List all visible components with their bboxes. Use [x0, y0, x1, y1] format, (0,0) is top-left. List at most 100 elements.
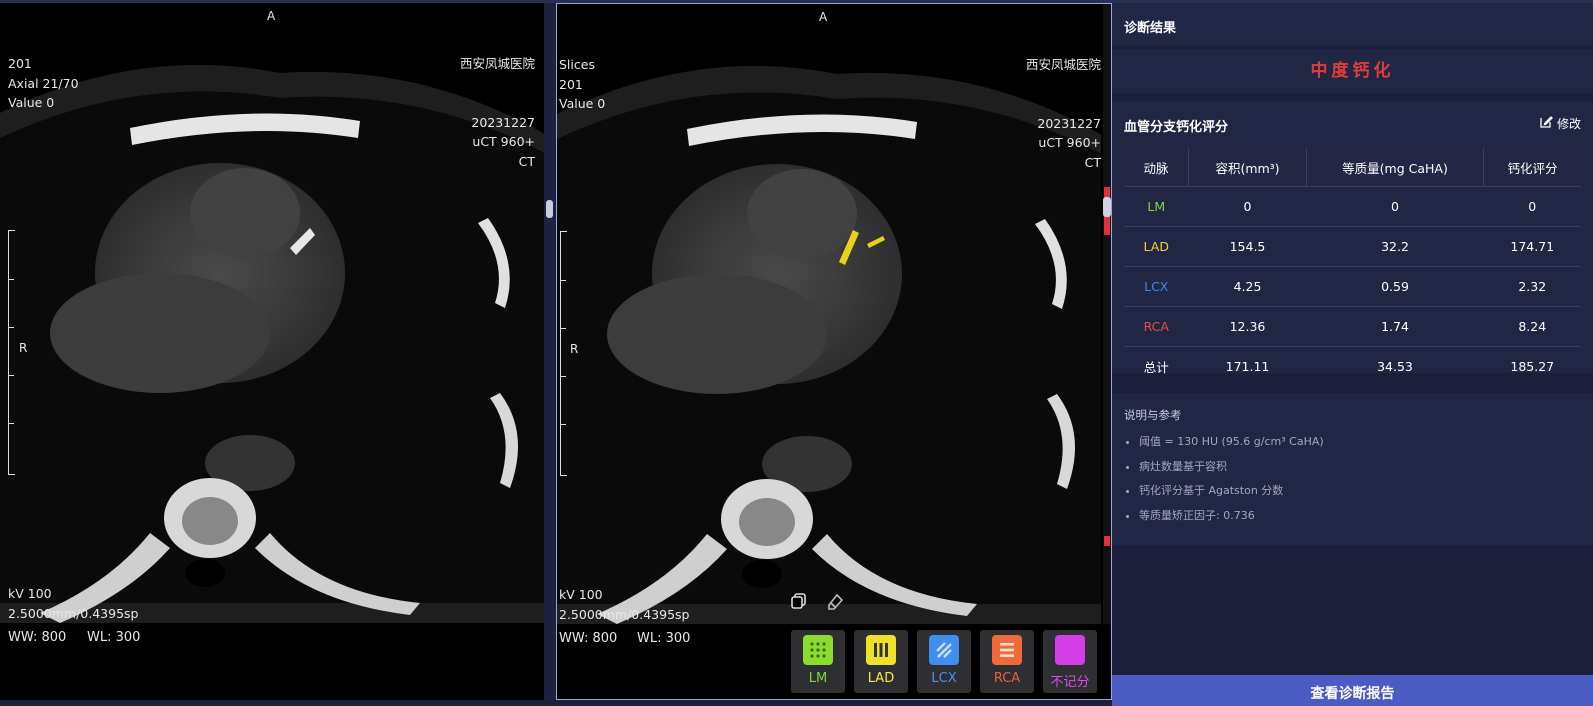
score-title: 血管分支钙化评分 [1124, 120, 1229, 135]
mass-cell: 0 [1306, 186, 1484, 227]
mass-cell: 1.74 [1306, 306, 1484, 347]
artery-cell: LCX [1124, 266, 1189, 307]
window-level: WL: 300 [637, 631, 691, 646]
note-item: 病灶数量基于容积 [1139, 455, 1324, 480]
label-text: LAD [867, 671, 895, 686]
note-item: 钙化评分基于 Agatston 分数 [1139, 479, 1324, 504]
ct-viewer-left[interactable]: A R 201 Axial 21/70 Value 0 西安凤城医院 20231… [0, 3, 544, 700]
diagnosis-title: 诊断结果 [1124, 21, 1177, 36]
volume-cell: 4.25 [1188, 266, 1307, 307]
label-button-lm[interactable]: LM [791, 630, 845, 693]
vertical-bars-icon [866, 635, 896, 665]
window-width: WW: 800 [8, 630, 67, 645]
table-row: LCX 4.25 0.59 2.32 [1124, 266, 1581, 307]
results-panel: 诊断结果 中度钙化 血管分支钙化评分 修改 动脉 容积(mm³) 等质量(mg … [1112, 3, 1593, 706]
pixel-value: Value 0 [8, 95, 55, 111]
modality: CT [1084, 154, 1101, 170]
ruler-scale [8, 230, 15, 475]
kv-value: kV 100 [559, 587, 603, 602]
slice-thickness: 2.5000mm/0.4395sp [559, 606, 690, 622]
horizontal-bars-icon [992, 635, 1022, 665]
window-width: WW: 800 [559, 631, 618, 646]
notes-list: 阈值 = 130 HU (95.6 g/cm³ CaHA) 病灶数量基于容积 钙… [1112, 430, 1324, 529]
score-cell: 174.71 [1483, 226, 1581, 267]
score-cell: 0 [1483, 186, 1581, 227]
scroll-thumb-left[interactable] [546, 200, 553, 218]
label-button-no-score[interactable]: 不记分 [1043, 630, 1097, 693]
ct-image-right [557, 4, 1101, 624]
scroll-marker [1104, 536, 1110, 546]
ct-viewer-right[interactable]: A R Slices 201 Value 0 西安凤城医院 20231227 u… [556, 3, 1112, 700]
label-text: RCA [993, 671, 1021, 686]
window-level: WL: 300 [87, 630, 141, 645]
dots-grid-icon [803, 635, 833, 665]
scanner-model: uCT 960+ [1038, 135, 1101, 151]
edit-button[interactable]: 修改 [1539, 115, 1581, 132]
pixel-value: Value 0 [559, 96, 606, 112]
solid-square-icon [1055, 635, 1085, 665]
overlay-bottom-left: kV 100 2.5000mm/0.4395sp [8, 584, 139, 623]
copy-icon[interactable] [789, 591, 809, 611]
table-header-row: 动脉 容积(mm³) 等质量(mg CaHA) 钙化评分 [1124, 148, 1581, 187]
score-cell: 8.24 [1483, 306, 1581, 347]
overlay-bottom-left: kV 100 2.5000mm/0.4395sp [559, 585, 690, 624]
hospital-name: 西安凤城医院 [1025, 57, 1101, 72]
artery-cell: 总计 [1143, 360, 1169, 375]
orientation-top-label: A [267, 9, 276, 23]
volume-cell: 154.5 [1188, 226, 1307, 267]
score-table: 动脉 容积(mm³) 等质量(mg CaHA) 钙化评分 LM 0 0 0 LAD 154… [1124, 148, 1581, 386]
kv-value: kV 100 [8, 586, 52, 601]
slice-scrollbar[interactable] [1103, 4, 1111, 624]
ruler-scale [560, 231, 567, 476]
orientation-left-label: R [19, 341, 28, 355]
slice-thickness: 2.5000mm/0.4395sp [8, 605, 139, 621]
header-artery: 动脉 [1124, 148, 1189, 187]
artery-cell: LM [1124, 186, 1189, 227]
overlay-top-right: 西安凤城医院 20231227 uCT 960+ CT [1026, 55, 1101, 173]
table-row: RCA 12.36 1.74 8.24 [1124, 306, 1581, 347]
overlay-top-right: 西安凤城医院 20231227 uCT 960+ CT [460, 54, 535, 172]
mass-cell: 32.2 [1306, 226, 1484, 267]
score-cell: 2.32 [1483, 266, 1581, 307]
label-text: LCX [931, 671, 957, 686]
eraser-icon[interactable] [825, 591, 845, 611]
series-number: 201 [8, 56, 32, 71]
edit-icon [1539, 115, 1553, 132]
table-row: LAD 154.5 32.2 174.71 [1124, 226, 1581, 267]
diagonal-stripes-icon [929, 635, 959, 665]
view-report-button[interactable]: 查看诊断报告 [1112, 675, 1593, 706]
notes-title: 说明与参考 [1124, 408, 1182, 422]
edit-label: 修改 [1556, 117, 1581, 131]
label-button-rca[interactable]: RCA [980, 630, 1034, 693]
vessel-label-buttons: LM LAD LCX RCA 不记分 [791, 630, 1097, 693]
slice-position: Axial 21/70 [8, 75, 79, 91]
volume-cell: 12.36 [1188, 306, 1307, 347]
orientation-top-label: A [819, 10, 828, 24]
hospital-name: 西安凤城医院 [459, 56, 535, 71]
viewer-divider[interactable] [544, 3, 556, 700]
volume-cell: 0 [1188, 186, 1307, 227]
volume-cell: 171.11 [1225, 359, 1270, 374]
diagnosis-header: 诊断结果 [1112, 3, 1593, 46]
mass-cell: 0.59 [1306, 266, 1484, 307]
score-cell: 185.27 [1510, 359, 1555, 374]
note-item: 阈值 = 130 HU (95.6 g/cm³ CaHA) [1139, 430, 1324, 455]
scroll-thumb-right[interactable] [1103, 197, 1111, 217]
table-row: LM 0 0 0 [1124, 186, 1581, 227]
overlay-top-left: Slices 201 Value 0 [559, 55, 605, 114]
notes-section: 说明与参考 阈值 = 130 HU (95.6 g/cm³ CaHA) 病灶数量… [1112, 393, 1593, 545]
study-date: 20231227 [471, 114, 535, 130]
modality: CT [518, 153, 535, 169]
label-button-lad[interactable]: LAD [854, 630, 908, 693]
orientation-left-label: R [570, 342, 579, 356]
header-score: 钙化评分 [1483, 148, 1581, 187]
diagnosis-result: 中度钙化 [1112, 49, 1593, 93]
label-text: LM [808, 671, 828, 686]
mass-cell: 34.53 [1377, 359, 1413, 374]
header-volume: 容积(mm³) [1188, 148, 1307, 187]
overlay-tools [789, 591, 845, 611]
label-text: 不记分 [1050, 675, 1090, 690]
artery-cell: LAD [1124, 226, 1189, 267]
overlay-top-left: 201 Axial 21/70 Value 0 [8, 54, 79, 113]
label-button-lcx[interactable]: LCX [917, 630, 971, 693]
